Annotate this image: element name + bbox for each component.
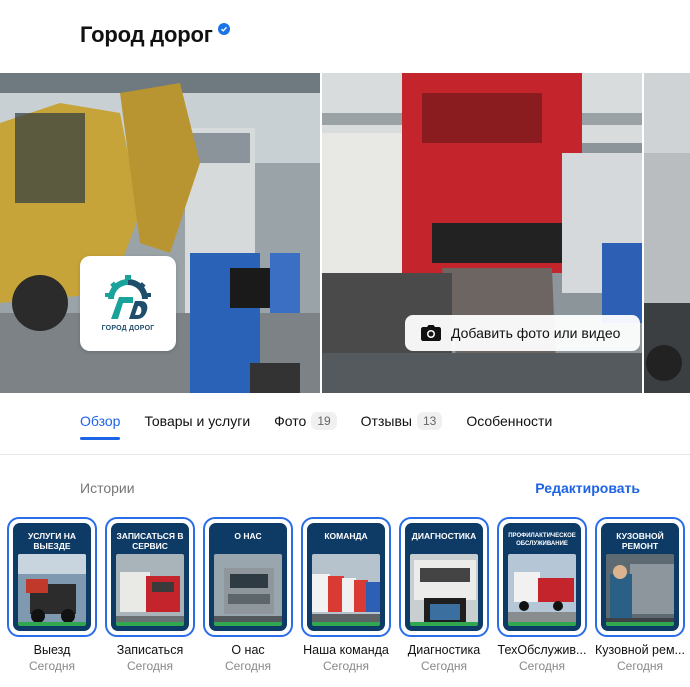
story-title: Наша команда [303, 643, 389, 657]
story-banner-text: КУЗОВНОЙ РЕМОНТ [616, 531, 664, 551]
tab-features[interactable]: Особенности [466, 408, 552, 434]
story-ring: КУЗОВНОЙ РЕМОНТ [595, 517, 685, 637]
story-ring: ПРОФИЛАКТИЧЕСКОЕ ОБСЛУЖИВАНИЕ [497, 517, 587, 637]
story-ring: УСЛУГИ НА ВЫЕЗДЕ [7, 517, 97, 637]
story-item[interactable]: ПРОФИЛАКТИЧЕСКОЕ ОБСЛУЖИВАНИЕ ТехОбслужи… [497, 517, 587, 673]
story-thumbnail: ДИАГНОСТИКА [405, 523, 483, 631]
story-date: Сегодня [323, 659, 369, 673]
story-item[interactable]: ЗАПИСАТЬСЯ В СЕРВИС Записаться Сегодня [105, 517, 195, 673]
story-thumbnail: УСЛУГИ НА ВЫЕЗДЕ [13, 523, 91, 631]
add-photo-button[interactable]: Добавить фото или видео [405, 315, 640, 351]
tab-products-services[interactable]: Товары и услуги [144, 408, 250, 434]
edit-stories-link[interactable]: Редактировать [535, 480, 640, 496]
tab-label: Отзывы [360, 413, 412, 429]
story-ring: ДИАГНОСТИКА [399, 517, 489, 637]
story-title: Записаться [116, 643, 184, 657]
logo-text: ГОРОД ДОРОГ [101, 325, 155, 332]
story-date: Сегодня [29, 659, 75, 673]
stories-list: УСЛУГИ НА ВЫЕЗДЕ Выезд Сегодня ЗАПИСАТЬС… [7, 517, 690, 673]
tabs-divider [0, 454, 690, 455]
business-header: Город дорог [80, 20, 230, 50]
story-item[interactable]: О НАС О нас Сегодня [203, 517, 293, 673]
story-banner-text: УСЛУГИ НА ВЫЕЗДЕ [27, 531, 77, 551]
story-date: Сегодня [617, 659, 663, 673]
story-item[interactable]: КОМАНДА Наша команда Сегодня [301, 517, 391, 673]
story-title: ТехОбслужив... [497, 643, 587, 657]
camera-icon [421, 325, 441, 341]
story-image [606, 554, 674, 626]
business-title: Город дорог [80, 22, 213, 47]
story-image [18, 554, 86, 626]
story-thumbnail: КОМАНДА [307, 523, 385, 631]
story-date: Сегодня [519, 659, 565, 673]
story-image [508, 554, 576, 626]
tab-label: Обзор [80, 413, 121, 429]
story-thumbnail: О НАС [209, 523, 287, 631]
story-date: Сегодня [421, 659, 467, 673]
tab-photos[interactable]: Фото 19 [274, 408, 337, 434]
stories-header: Истории Редактировать [80, 480, 640, 496]
stories-label: Истории [80, 480, 135, 496]
story-ring: КОМАНДА [301, 517, 391, 637]
verified-check-icon [217, 23, 230, 35]
story-item[interactable]: УСЛУГИ НА ВЫЕЗДЕ Выезд Сегодня [7, 517, 97, 673]
story-title: Диагностика [407, 643, 481, 657]
tab-count-badge: 13 [416, 412, 443, 430]
story-image [116, 554, 184, 626]
story-banner-text: ЗАПИСАТЬСЯ В СЕРВИС [116, 531, 184, 551]
story-banner-text: О НАС [234, 531, 262, 541]
story-item[interactable]: ДИАГНОСТИКА Диагностика Сегодня [399, 517, 489, 673]
add-photo-label: Добавить фото или видео [451, 325, 621, 341]
story-banner-text: ПРОФИЛАКТИЧЕСКОЕ ОБСЛУЖИВАНИЕ [508, 533, 576, 547]
story-ring: О НАС [203, 517, 293, 637]
story-banner-text: КОМАНДА [324, 531, 368, 541]
story-date: Сегодня [225, 659, 271, 673]
story-thumbnail: КУЗОВНОЙ РЕМОНТ [601, 523, 679, 631]
tab-label: Товары и услуги [144, 413, 251, 429]
tab-reviews[interactable]: Отзывы 13 [361, 408, 443, 434]
story-date: Сегодня [127, 659, 173, 673]
gallery-photo-3[interactable] [644, 73, 690, 393]
story-image [410, 554, 478, 626]
tab-label: Фото [274, 413, 307, 429]
story-thumbnail: ЗАПИСАТЬСЯ В СЕРВИС [111, 523, 189, 631]
tab-bar: Обзор Товары и услуги Фото 19 Отзывы 13 … [80, 408, 576, 454]
story-title: Кузовной рем... [595, 643, 685, 657]
story-item[interactable]: КУЗОВНОЙ РЕМОНТ Кузовной рем... Сегодня [595, 517, 685, 673]
logo-gear-icon [105, 275, 151, 319]
tab-label: Особенности [466, 413, 553, 429]
story-title: Выезд [33, 643, 71, 657]
story-thumbnail: ПРОФИЛАКТИЧЕСКОЕ ОБСЛУЖИВАНИЕ [503, 523, 581, 631]
story-banner-text: ДИАГНОСТИКА [411, 531, 477, 541]
story-ring: ЗАПИСАТЬСЯ В СЕРВИС [105, 517, 195, 637]
tab-overview[interactable]: Обзор [80, 408, 121, 440]
story-title: О нас [231, 643, 265, 657]
business-logo: ГОРОД ДОРОГ [80, 256, 176, 351]
tab-count-badge: 19 [311, 412, 337, 430]
story-image [312, 554, 380, 626]
story-image [214, 554, 282, 626]
